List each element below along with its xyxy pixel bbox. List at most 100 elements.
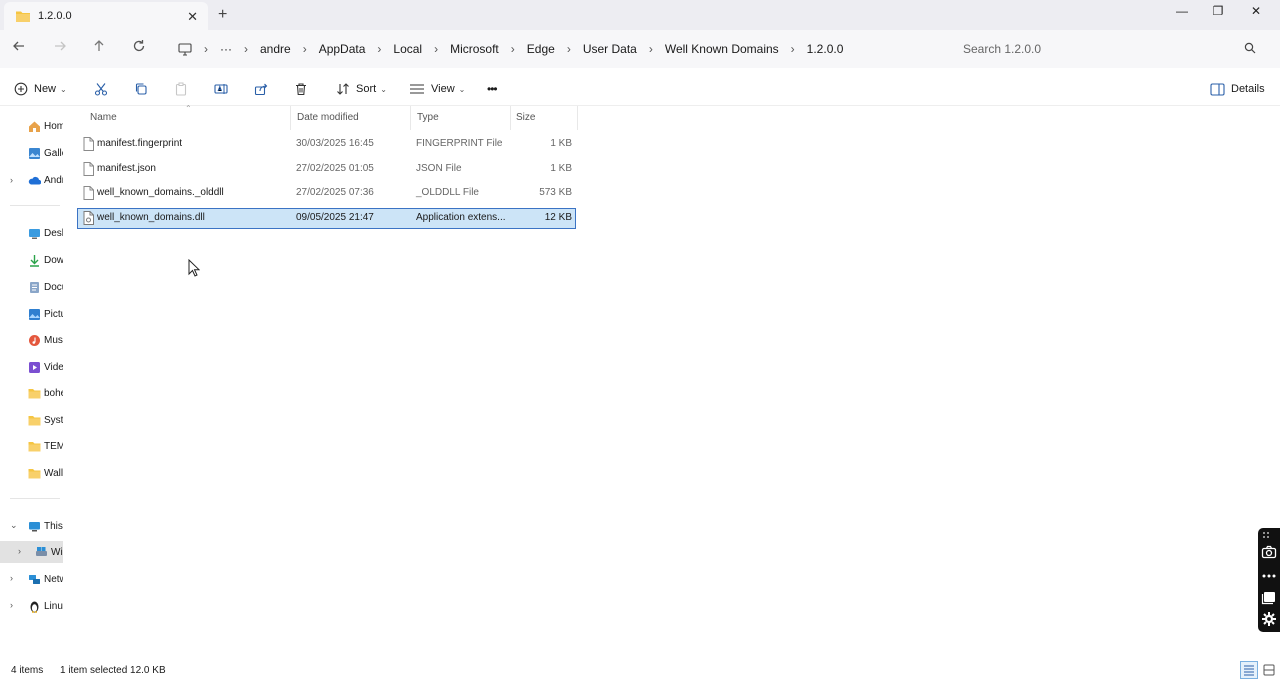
sidebar-item-temp[interactable]: TEMP xyxy=(0,435,63,457)
column-header-size[interactable]: Size xyxy=(516,112,535,123)
column-divider[interactable] xyxy=(510,106,511,130)
tiles-view-button[interactable] xyxy=(1260,661,1278,679)
file-row-selected[interactable]: well_known_domains.dll 09/05/2025 21:47 … xyxy=(77,208,576,229)
sidebar-item-gallery[interactable]: Gallery xyxy=(0,142,63,164)
column-divider[interactable] xyxy=(410,106,411,130)
more-options-button[interactable]: ••• xyxy=(487,80,498,98)
column-divider[interactable] xyxy=(577,106,578,130)
file-row[interactable]: well_known_domains._olddll 27/02/2025 07… xyxy=(77,183,576,204)
arrow-right-icon xyxy=(55,41,66,51)
sidebar-item-label: Music xyxy=(44,334,63,346)
file-size: 1 KB xyxy=(550,138,572,149)
trash-icon xyxy=(296,83,306,96)
column-divider[interactable] xyxy=(290,106,291,130)
sidebar-item-network[interactable]: Network xyxy=(0,568,63,590)
sidebar-item-linux[interactable]: Linux xyxy=(0,595,63,617)
sidebar-item-videos[interactable]: Videos ✦ xyxy=(0,356,63,378)
view-icon xyxy=(410,84,424,94)
file-date: 27/02/2025 07:36 xyxy=(296,187,374,198)
sort-caret-icon: ⌃ xyxy=(185,104,192,113)
expand-chevron-icon[interactable]: › xyxy=(18,546,21,556)
close-button[interactable]: ✕ xyxy=(1238,4,1274,22)
column-header-type[interactable]: Type xyxy=(417,112,439,123)
chevron-right-icon: › xyxy=(244,42,248,56)
folder-icon xyxy=(28,415,41,425)
minimize-button[interactable]: — xyxy=(1164,4,1200,22)
file-size: 1 KB xyxy=(550,163,572,174)
tab-current[interactable]: 1.2.0.0 ✕ xyxy=(4,2,208,30)
sidebar-item-downloads[interactable]: Downloads ✦ xyxy=(0,249,63,271)
maximize-button[interactable]: ❐ xyxy=(1200,4,1236,22)
breadcrumb-ellipsis[interactable]: ··· xyxy=(220,42,232,56)
file-icon xyxy=(83,137,94,151)
chevron-right-icon: › xyxy=(566,42,571,56)
copy-icon xyxy=(135,83,147,95)
list-view-icon xyxy=(1244,665,1254,676)
sidebar-item-onedrive[interactable]: Andre - Personal xyxy=(0,169,63,191)
sidebar-item-label: This PC xyxy=(44,520,63,532)
settings-gear-icon[interactable] xyxy=(1261,611,1277,627)
back-button[interactable] xyxy=(12,39,34,59)
up-button[interactable] xyxy=(92,39,114,59)
gallery-stack-icon[interactable] xyxy=(1261,589,1277,605)
file-name: manifest.fingerprint xyxy=(97,138,183,149)
sort-button[interactable]: Sort ⌄ xyxy=(336,80,387,98)
breadcrumb-well-known-domains[interactable]: Well Known Domains xyxy=(665,42,779,56)
paste-button[interactable] xyxy=(171,80,191,98)
tiles-view-icon xyxy=(1263,664,1275,676)
breadcrumb-current[interactable]: 1.2.0.0 xyxy=(807,42,844,56)
grip-icon[interactable] xyxy=(1261,530,1271,540)
tab-close-icon[interactable]: ✕ xyxy=(187,9,198,25)
tab-title: 1.2.0.0 xyxy=(38,10,72,22)
sidebar-item-label: Linux xyxy=(44,600,63,612)
sidebar-item-documents[interactable]: Documents ✦ xyxy=(0,276,63,298)
chevron-down-icon: ⌄ xyxy=(458,84,466,94)
address-bar[interactable]: › ··· › andre › AppData › Local › Micros… xyxy=(168,34,947,64)
sidebar-item-home[interactable]: Home xyxy=(0,115,63,137)
copy-button[interactable] xyxy=(131,80,151,98)
column-header-date[interactable]: Date modified xyxy=(297,112,359,123)
breadcrumb-appdata[interactable]: AppData xyxy=(319,42,366,56)
chevron-down-icon: ⌄ xyxy=(380,84,387,94)
camera-icon[interactable] xyxy=(1261,544,1277,560)
sidebar-item-label: Windows (C:) xyxy=(51,546,63,558)
breadcrumb-edge[interactable]: Edge xyxy=(527,42,555,56)
arrow-left-icon xyxy=(13,41,24,51)
sidebar-item-windows-drive[interactable]: › Windows (C:) xyxy=(0,541,63,563)
details-view-button[interactable] xyxy=(1240,661,1258,679)
folder-icon xyxy=(28,468,41,478)
sidebar-item-bohemia[interactable]: bohemia xyxy=(0,382,63,404)
file-row[interactable]: manifest.json 27/02/2025 01:05 JSON File… xyxy=(77,159,576,180)
delete-button[interactable] xyxy=(291,80,311,98)
rename-button[interactable] xyxy=(211,80,231,98)
breadcrumb-microsoft[interactable]: Microsoft xyxy=(450,42,499,56)
sidebar-item-wallpapers[interactable]: Wallpapers xyxy=(0,462,63,484)
forward-button[interactable] xyxy=(53,39,75,59)
folder-icon xyxy=(28,388,41,398)
details-button[interactable]: Details xyxy=(1210,80,1265,98)
new-tab-button[interactable]: + xyxy=(218,6,227,24)
sidebar-item-label: Andre - Personal xyxy=(44,174,63,186)
view-button[interactable]: View ⌄ xyxy=(409,80,465,98)
breadcrumb-user-data[interactable]: User Data xyxy=(583,42,637,56)
sidebar-item-music[interactable]: Music ✦ xyxy=(0,329,63,351)
folder-icon xyxy=(28,441,41,451)
breadcrumb-local[interactable]: Local xyxy=(393,42,422,56)
cut-button[interactable] xyxy=(91,80,111,98)
search-input[interactable]: Search 1.2.0.0 xyxy=(954,34,1268,64)
sidebar-item-system32[interactable]: System32 xyxy=(0,409,63,431)
refresh-button[interactable] xyxy=(132,39,154,59)
new-button[interactable]: New ⌄ xyxy=(14,80,67,98)
file-size: 12 KB xyxy=(544,212,572,223)
sidebar-item-pictures[interactable]: Pictures ✦ xyxy=(0,303,63,325)
sidebar-item-label: Documents xyxy=(44,281,63,293)
sort-icon xyxy=(337,83,349,95)
file-row[interactable]: manifest.fingerprint 30/03/2025 16:45 FI… xyxy=(77,134,576,155)
sidebar-item-label: Gallery xyxy=(44,147,63,159)
sidebar-item-this-pc[interactable]: This PC xyxy=(0,515,63,537)
sidebar-item-desktop[interactable]: Desktop ✦ xyxy=(0,222,63,244)
more-dots-icon[interactable] xyxy=(1261,568,1277,584)
breadcrumb-andre[interactable]: andre xyxy=(260,42,291,56)
column-header-name[interactable]: Name xyxy=(90,112,117,123)
share-button[interactable] xyxy=(251,80,271,98)
